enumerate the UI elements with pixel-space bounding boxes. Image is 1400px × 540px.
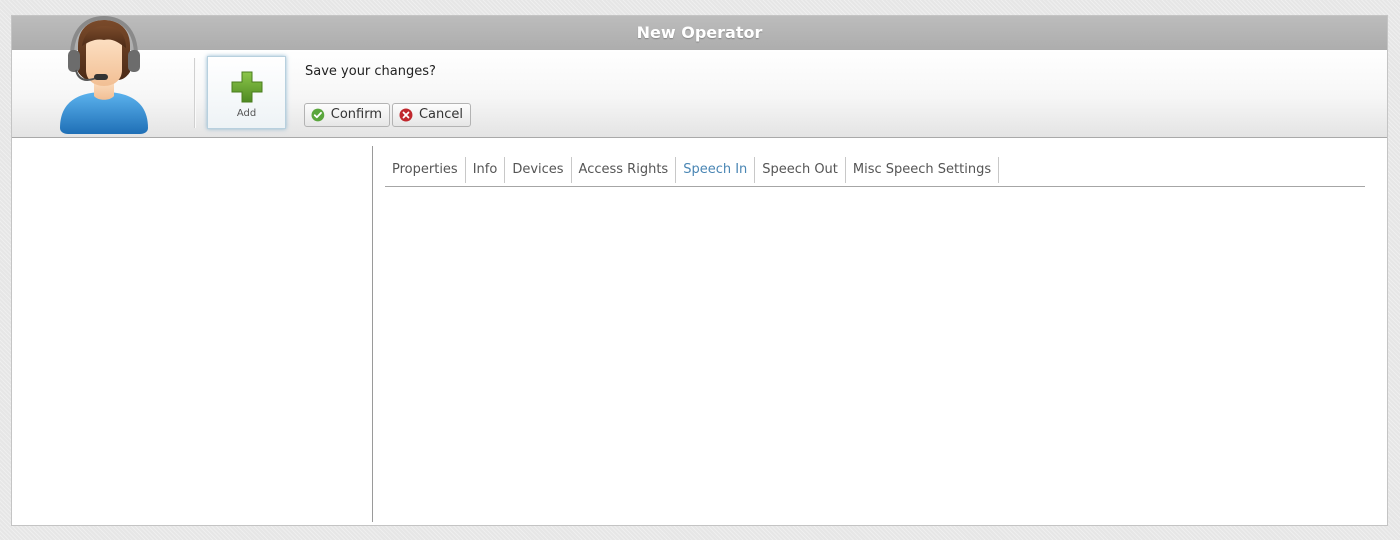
confirm-button-label: Confirm (330, 107, 382, 122)
tab-speech-in[interactable]: Speech In (676, 157, 756, 183)
check-circle-icon (311, 108, 325, 122)
tab-speech-out[interactable]: Speech Out (755, 157, 846, 183)
tab-devices[interactable]: Devices (505, 157, 572, 183)
confirm-button[interactable]: Confirm (304, 103, 390, 127)
save-prompt: Save your changes? (305, 64, 436, 79)
cancel-button-label: Cancel (418, 107, 463, 122)
operator-tree-pane (12, 138, 372, 525)
toolbar: Add Save your changes? Confirm Cancel (12, 16, 1387, 138)
tab-bar: Properties Info Devices Access Rights Sp… (385, 157, 1365, 187)
add-button[interactable]: Add (207, 56, 286, 129)
toolbar-separator (194, 58, 195, 128)
x-circle-icon (399, 108, 413, 122)
plus-icon (231, 71, 263, 103)
tab-properties[interactable]: Properties (385, 157, 466, 183)
tab-access-rights[interactable]: Access Rights (572, 157, 677, 183)
details-pane: Properties Info Devices Access Rights Sp… (373, 138, 1387, 525)
operator-avatar-icon (60, 16, 148, 134)
tab-misc-speech-settings[interactable]: Misc Speech Settings (846, 157, 1000, 183)
tab-info[interactable]: Info (466, 157, 506, 183)
operator-dialog: New Operator Add Save your changes? Conf… (11, 15, 1388, 526)
add-button-label: Add (236, 108, 257, 119)
dialog-title: New Operator (12, 16, 1387, 50)
cancel-button[interactable]: Cancel (392, 103, 471, 127)
